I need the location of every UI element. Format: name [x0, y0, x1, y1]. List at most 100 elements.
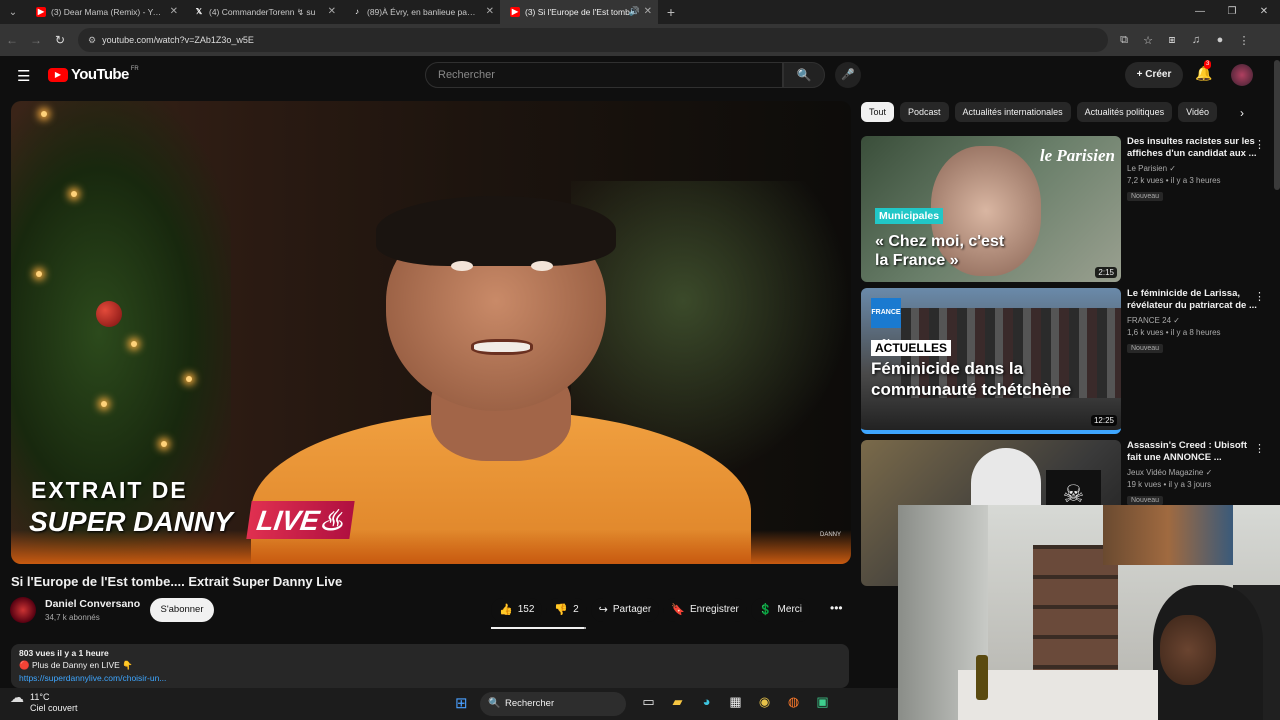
chip-actualites-internationales[interactable]: Actualités internationales	[954, 102, 1071, 122]
close-tab-icon[interactable]: ✕	[486, 6, 494, 17]
like-button[interactable]: 👍 152	[491, 598, 543, 622]
channel-name[interactable]: Daniel Conversano	[45, 598, 140, 610]
chrome-icon[interactable]: ◉	[750, 694, 779, 710]
url-field[interactable]: ⚙ youtube.com/watch?v=ZAb1Z3o_w5E	[78, 28, 1108, 52]
cam-posters	[1103, 505, 1233, 565]
create-button[interactable]: + Créer	[1125, 62, 1183, 88]
app-icon[interactable]: ▣	[808, 694, 837, 710]
light	[101, 401, 107, 407]
browser-tab[interactable]: ▶ (3) Dear Mama (Remix) - YouTu ✕	[26, 0, 184, 24]
back-icon[interactable]: ←	[0, 33, 24, 47]
chip-actualites-politiques[interactable]: Actualités politiques	[1076, 102, 1173, 122]
close-tab-icon[interactable]: ✕	[644, 6, 652, 17]
windows-start-icon[interactable]: ⊞	[455, 694, 468, 712]
more-actions-icon[interactable]: •••	[830, 601, 843, 615]
recommendation-title[interactable]: Des insultes racistes sur les affiches d…	[1127, 136, 1257, 160]
recommendation-info: Des insultes racistes sur les affiches d…	[1127, 136, 1257, 203]
scrollbar[interactable]	[1274, 60, 1280, 190]
account-avatar[interactable]	[1231, 64, 1253, 86]
video-description[interactable]: 803 vues il y a 1 heure 🔴 Plus de Danny …	[11, 644, 849, 688]
recommendation-item[interactable]: FRANCE 24 ACTUELLES Féminicide dans la c…	[861, 288, 1276, 436]
search-button[interactable]: 🔍	[783, 62, 825, 88]
task-view-icon[interactable]: ▭	[634, 694, 663, 710]
description-link[interactable]: https://superdannylive.com/choisir-un...	[19, 673, 841, 683]
channel-avatar[interactable]	[10, 597, 36, 623]
notification-badge: 3	[1204, 60, 1212, 69]
taskbar-search[interactable]: 🔍 Rechercher	[480, 692, 626, 716]
light	[41, 111, 47, 117]
edge-icon[interactable]: ◕	[692, 694, 721, 710]
browser-tab[interactable]: 𝕏 (4) CommanderTorenn ↯ su ✕	[184, 0, 342, 24]
thanks-button[interactable]: 💲 Merci	[750, 598, 810, 622]
youtube-logo[interactable]: ▶ YouTube FR	[48, 66, 139, 83]
new-tab-button[interactable]: +	[658, 4, 684, 20]
dislike-button[interactable]: 👎 2	[546, 598, 587, 622]
reload-icon[interactable]: ↻	[48, 33, 72, 47]
webcam-overlay	[898, 505, 1280, 720]
bookmark-star-icon[interactable]: ☆	[1136, 34, 1160, 47]
profile-icon[interactable]: ●	[1208, 34, 1232, 47]
browser-tab[interactable]: ♪ (89)À Évry, en banlieue parisier ✕	[342, 0, 500, 24]
media-controls-icon[interactable]: ♫	[1184, 34, 1208, 47]
recommendation-channel[interactable]: Le Parisien ✓	[1127, 164, 1257, 173]
more-options-icon[interactable]: ⋮	[1254, 138, 1265, 151]
new-badge: Nouveau	[1127, 344, 1164, 353]
more-options-icon[interactable]: ⋮	[1254, 290, 1265, 303]
audio-playing-icon[interactable]: 🔊	[629, 6, 640, 17]
recommendation-channel[interactable]: Jeux Vidéo Magazine ✓	[1127, 468, 1257, 477]
youtube-play-icon: ▶	[48, 67, 68, 82]
browser-tab-active[interactable]: ▶ (3) Si l'Europe de l'Est tomb 🔊 ✕	[500, 0, 658, 24]
video-player[interactable]: EXTRAIT DE SUPER DANNY LIVE♨ DANNY	[11, 101, 851, 564]
cast-icon[interactable]: ⧉	[1112, 34, 1136, 47]
file-explorer-icon[interactable]: ▰	[663, 694, 692, 710]
chip-tout[interactable]: Tout	[861, 102, 895, 122]
super-thanks-icon: 💲	[758, 604, 773, 616]
recommendation-channel[interactable]: FRANCE 24 ✓	[1127, 316, 1257, 325]
recommendation-item[interactable]: le Parisien Municipales « Chez moi, c'es…	[861, 136, 1276, 284]
flame-icon: ♨	[316, 505, 347, 536]
tab-search-icon[interactable]: ⌄	[0, 7, 26, 18]
restore-icon[interactable]: ❐	[1216, 0, 1248, 24]
chevron-right-icon[interactable]: ›	[1240, 106, 1244, 120]
menu-icon[interactable]: ☰	[17, 67, 30, 85]
recommendation-title[interactable]: Assassin's Creed : Ubisoft fait une ANNO…	[1127, 440, 1257, 464]
recommendation-meta: 19 k vues • il y a 3 jours	[1127, 480, 1212, 489]
search-input[interactable]: Rechercher	[425, 62, 783, 88]
chip-video[interactable]: Vidéo	[1178, 102, 1218, 122]
light	[36, 271, 42, 277]
address-bar-row: ← → ↻ ⚙ youtube.com/watch?v=ZAb1Z3o_w5E …	[0, 24, 1280, 56]
cam-bottle	[976, 655, 988, 700]
forward-icon[interactable]: →	[24, 33, 48, 47]
store-icon[interactable]: ▦	[721, 694, 750, 710]
thumb-text: « Chez moi, c'est la France »	[875, 233, 1005, 269]
firefox-icon[interactable]: ◍	[779, 694, 808, 710]
search-icon: 🔍	[488, 698, 501, 709]
views-and-date: 803 vues il y a 1 heure	[19, 648, 109, 658]
site-info-icon[interactable]: ⚙	[88, 35, 96, 46]
x-icon: 𝕏	[195, 7, 203, 16]
filter-chips: Tout Podcast Actualités internationales …	[861, 102, 1256, 122]
more-options-icon[interactable]: ⋮	[1254, 442, 1265, 455]
recommendation-meta: 1,6 k vues • il y a 8 heures	[1127, 328, 1221, 337]
video-thumbnail[interactable]: FRANCE 24 ACTUELLES Féminicide dans la c…	[861, 288, 1121, 434]
voice-search-button[interactable]: 🎤	[835, 62, 861, 88]
extensions-icon[interactable]: ⧆	[1160, 34, 1184, 47]
recommendation-meta: 7,2 k vues • il y a 3 heures	[1127, 176, 1221, 185]
video-watermark: DANNY	[819, 532, 841, 538]
notifications-button[interactable]: 🔔 3	[1195, 60, 1212, 82]
close-tab-icon[interactable]: ✕	[170, 6, 178, 17]
browser-menu-icon[interactable]: ⋮	[1232, 34, 1256, 47]
minimize-icon[interactable]: —	[1184, 0, 1216, 24]
save-button[interactable]: 🔖 Enregistrer	[663, 598, 747, 622]
weather-widget[interactable]: ☁ 11°C Ciel couvert	[10, 690, 78, 714]
share-button[interactable]: ↪ Partager	[590, 598, 660, 622]
chip-podcast[interactable]: Podcast	[900, 102, 949, 122]
subscribe-button[interactable]: S'abonner	[150, 598, 214, 622]
search-icon: 🔍	[796, 68, 812, 82]
video-thumbnail[interactable]: le Parisien Municipales « Chez moi, c'es…	[861, 136, 1121, 282]
share-icon: ↪	[598, 604, 608, 616]
close-window-icon[interactable]: ✕	[1248, 0, 1280, 24]
recommendation-title[interactable]: Le féminicide de Larissa, révélateur du …	[1127, 288, 1257, 312]
like-ratio-bar	[491, 627, 586, 629]
close-tab-icon[interactable]: ✕	[328, 6, 336, 17]
